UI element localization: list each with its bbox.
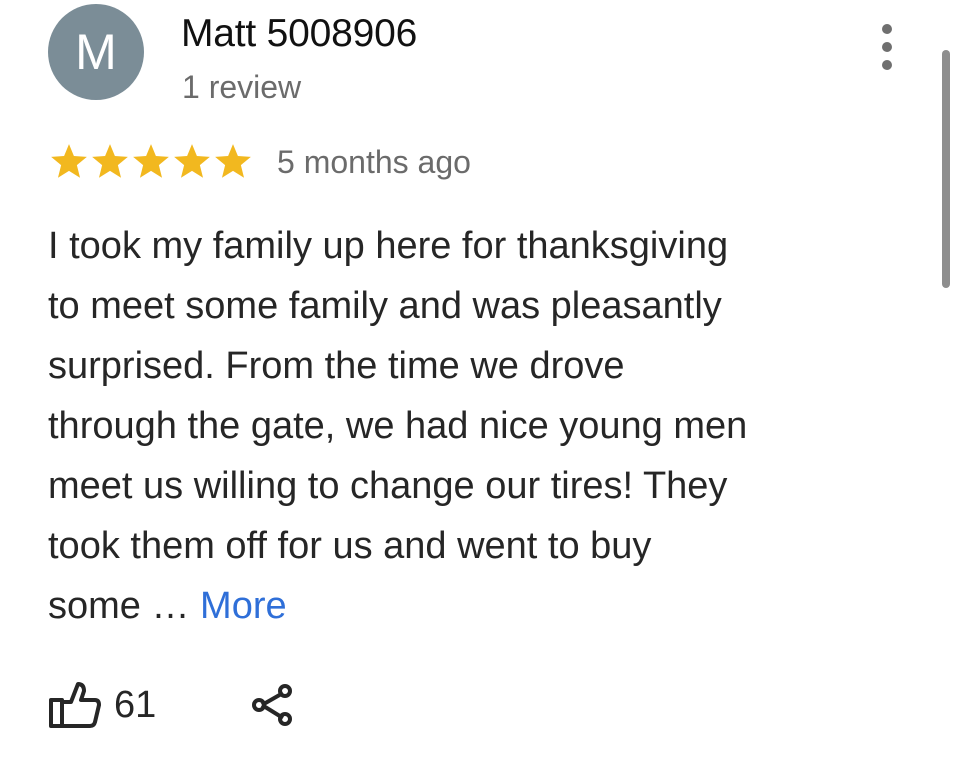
- menu-dot: [882, 60, 892, 70]
- review-text-line: to meet some family and was pleasantly: [48, 285, 722, 327]
- share-icon: [252, 684, 293, 726]
- review-text-last-line: some … More: [48, 576, 868, 636]
- review-text-line: some …: [48, 585, 201, 627]
- menu-dot: [882, 42, 892, 52]
- like-button[interactable]: 61: [48, 680, 156, 730]
- menu-dot: [882, 24, 892, 34]
- review-text-line: through the gate, we had nice young men: [48, 405, 748, 447]
- star-rating: [48, 141, 253, 183]
- author-review-count: 1 review: [182, 69, 302, 105]
- star-icon: [92, 144, 128, 178]
- scrollbar[interactable]: [942, 50, 950, 288]
- star-icon: [51, 144, 87, 178]
- more-link[interactable]: More: [200, 585, 287, 627]
- review-actions: 61: [48, 674, 298, 736]
- star-icon: [215, 144, 251, 178]
- review-text-line: took them off for us and went to buy: [48, 525, 652, 567]
- review-text-line: meet us willing to change our tires! The…: [48, 465, 728, 507]
- avatar-initial: M: [75, 24, 117, 80]
- review-text-line: I took my family up here for thanksgivin…: [48, 225, 729, 267]
- review-time: 5 months ago: [277, 143, 471, 180]
- thumbs-up-icon: [49, 682, 101, 728]
- rating-row: 5 months ago: [48, 139, 471, 185]
- share-button[interactable]: [248, 680, 298, 730]
- star-icon: [133, 144, 169, 178]
- review-text: I took my family up here for thanksgivin…: [48, 216, 868, 636]
- avatar[interactable]: M: [48, 4, 144, 100]
- review-card: M Matt 5008906 1 review 5 months ago I t…: [0, 0, 960, 763]
- author-name[interactable]: Matt 5008906: [181, 12, 417, 56]
- review-text-line: surprised. From the time we drove: [48, 345, 625, 387]
- like-count: 61: [114, 683, 157, 726]
- star-icon: [174, 144, 210, 178]
- more-vert-icon[interactable]: [870, 24, 904, 70]
